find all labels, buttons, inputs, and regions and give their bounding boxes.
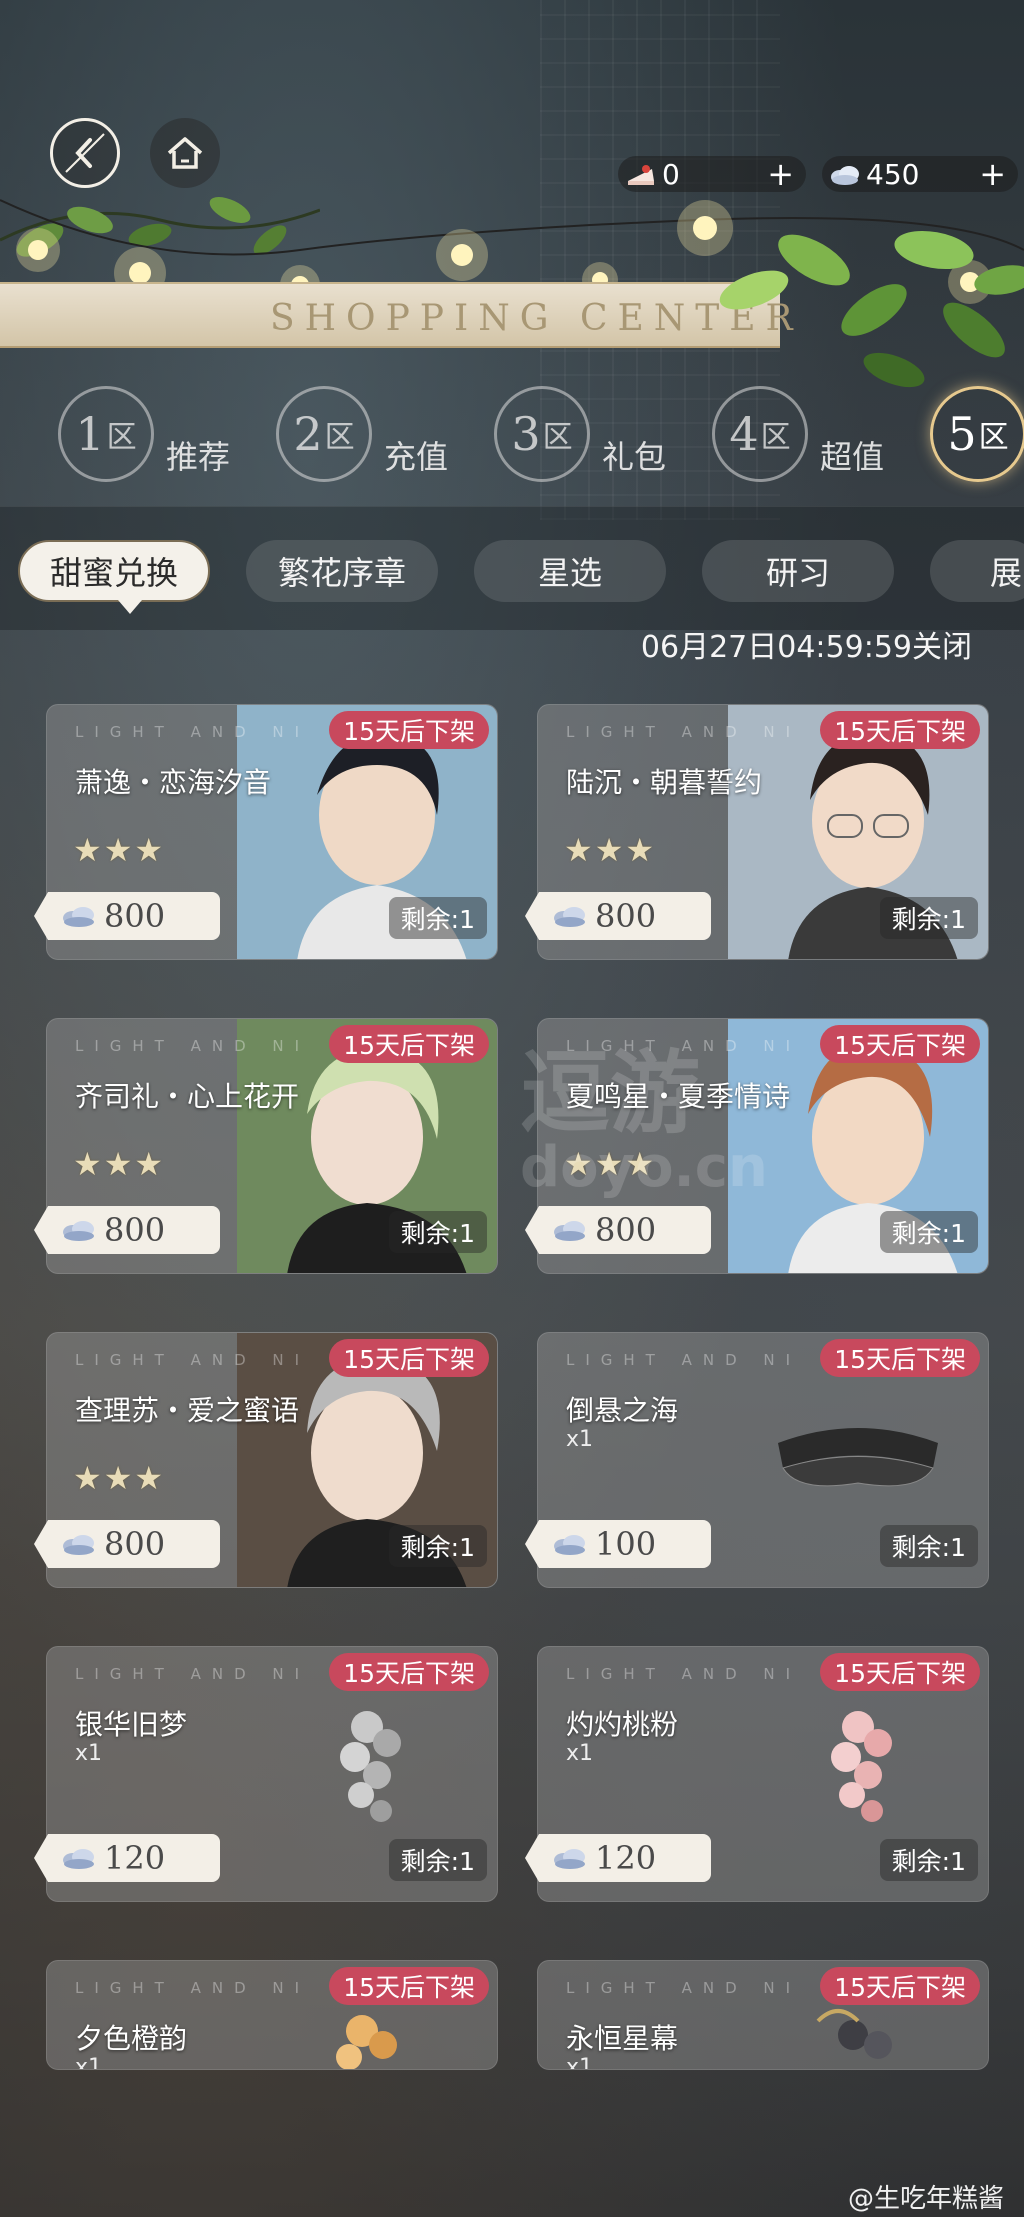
expiry-badge: 15天后下架 [820,1339,980,1377]
zone-tab-2[interactable]: 2区 充值 [276,380,476,490]
item-quantity: x1 [566,2055,594,2070]
card-watermark: LIGHT AND NI [566,1351,802,1369]
item-title: 齐司礼・心上花开 [75,1080,300,1113]
zone-number: 2区 [276,386,372,482]
expiry-badge: 15天后下架 [329,1025,489,1063]
zone-label: 推荐 [166,438,231,476]
site-watermark-cn: 逗游 [520,1041,700,1146]
card-watermark: LIGHT AND NI [75,1665,311,1683]
cloud-icon [554,1535,585,1555]
price-tag[interactable]: 800 [34,1520,220,1568]
price-tag[interactable]: 800 [525,1206,711,1254]
star-rating: ★★★ [73,831,166,869]
zone-tabs: 1区 推荐 2区 充值 3区 礼包 4区 超值 5区 [0,380,1024,500]
leaves-decoration-right [719,230,1024,388]
price-value: 120 [104,1839,166,1877]
zone-number: 1区 [58,386,154,482]
card-watermark: LIGHT AND NI [75,1351,311,1369]
price-tag[interactable]: 120 [525,1834,711,1882]
zone-number: 5区 [930,386,1024,482]
price-value: 120 [595,1839,657,1877]
price-value: 800 [595,1211,657,1249]
price-value: 800 [104,1211,166,1249]
zone-label: 礼包 [602,438,667,476]
shop-item-card[interactable]: LIGHT AND NI 永恒星幕 x1 15天后下架 [537,1960,989,2070]
tab-flower-prelude[interactable]: 繁花序章 [246,540,438,602]
card-watermark: LIGHT AND NI [75,1037,311,1055]
top-bar: 0 + 450 + SHOPPING CENTER [0,0,1024,388]
cloud-icon [63,1849,94,1869]
stock-remaining: 剩余:1 [388,1839,487,1881]
tab-sweet-exchange[interactable]: 甜蜜兑换 [18,540,210,614]
price-tag[interactable]: 800 [34,1206,220,1254]
item-quantity: x1 [566,1741,594,1766]
card-watermark: LIGHT AND NI [566,1665,802,1683]
card-watermark: LIGHT AND NI [566,723,802,741]
expiry-badge: 15天后下架 [329,1339,489,1377]
price-tag[interactable]: 120 [34,1834,220,1882]
expiry-badge: 15天后下架 [329,1967,489,2005]
tab-star-select[interactable]: 星选 [474,540,666,602]
price-tag[interactable]: 800 [525,892,711,940]
expiry-badge: 15天后下架 [329,1653,489,1691]
stock-remaining: 剩余:1 [879,897,978,939]
card-watermark: LIGHT AND NI [75,723,311,741]
item-quantity: x1 [75,1741,103,1766]
price-tag[interactable]: 800 [34,892,220,940]
item-title: 倒悬之海 [566,1394,679,1427]
author-watermark: @生吃年糕酱 [847,2184,1004,2214]
expiry-badge: 15天后下架 [820,1653,980,1691]
item-title: 灼灼桃粉 [566,1708,679,1741]
star-rating: ★★★ [564,831,657,869]
zone-number: 4区 [712,386,808,482]
price-tag[interactable]: 100 [525,1520,711,1568]
expiry-badge: 15天后下架 [820,1025,980,1063]
card-watermark: LIGHT AND NI [75,1979,311,1997]
expiry-badge: 15天后下架 [329,711,489,749]
item-title: 银华旧梦 [75,1708,188,1741]
site-watermark-en: doyo.cn [520,1135,768,1200]
item-title: 夕色橙韵 [75,2022,188,2055]
price-value: 100 [595,1525,657,1563]
zone-tab-5[interactable]: 5区 [930,380,1024,490]
stock-remaining: 剩余:1 [388,1525,487,1567]
stock-remaining: 剩余:1 [879,1525,978,1567]
cloud-icon [63,1221,94,1241]
cloud-icon [554,907,585,927]
price-value: 800 [104,897,166,935]
star-rating: ★★★ [73,1145,166,1183]
stock-remaining: 剩余:1 [879,1839,978,1881]
item-quantity: x1 [75,2055,103,2070]
stock-remaining: 剩余:1 [879,1211,978,1253]
price-value: 800 [104,1525,166,1563]
stock-remaining: 剩余:1 [388,1211,487,1253]
item-title: 陆沉・朝暮誓约 [566,766,763,799]
star-rating: ★★★ [73,1459,166,1497]
close-time: 06月27日04:59:59关闭 [640,630,972,665]
cloud-icon [554,1221,585,1241]
item-title: 永恒星幕 [566,2022,679,2055]
price-value: 800 [595,897,657,935]
expiry-badge: 15天后下架 [820,711,980,749]
shop-item-card[interactable]: LIGHT AND NI 夕色橙韵 x1 15天后下架 [46,1960,498,2070]
zone-tab-3[interactable]: 3区 礼包 [494,380,694,490]
tab-exhibit[interactable]: 展 [930,540,1024,602]
zone-label: 充值 [384,438,449,476]
item-quantity: x1 [566,1427,594,1452]
cloud-icon [63,1535,94,1555]
zone-tab-4[interactable]: 4区 超值 [712,380,912,490]
cloud-icon [554,1849,585,1869]
zone-tab-1[interactable]: 1区 推荐 [58,380,258,490]
expiry-badge: 15天后下架 [820,1967,980,2005]
item-title: 查理苏・爱之蜜语 [75,1394,300,1427]
zone-label: 超值 [820,438,885,476]
cloud-icon [63,907,94,927]
card-watermark: LIGHT AND NI [566,1979,802,1997]
stock-remaining: 剩余:1 [388,897,487,939]
item-title: 萧逸・恋海汐音 [75,766,272,799]
tab-study[interactable]: 研习 [702,540,894,602]
zone-number: 3区 [494,386,590,482]
